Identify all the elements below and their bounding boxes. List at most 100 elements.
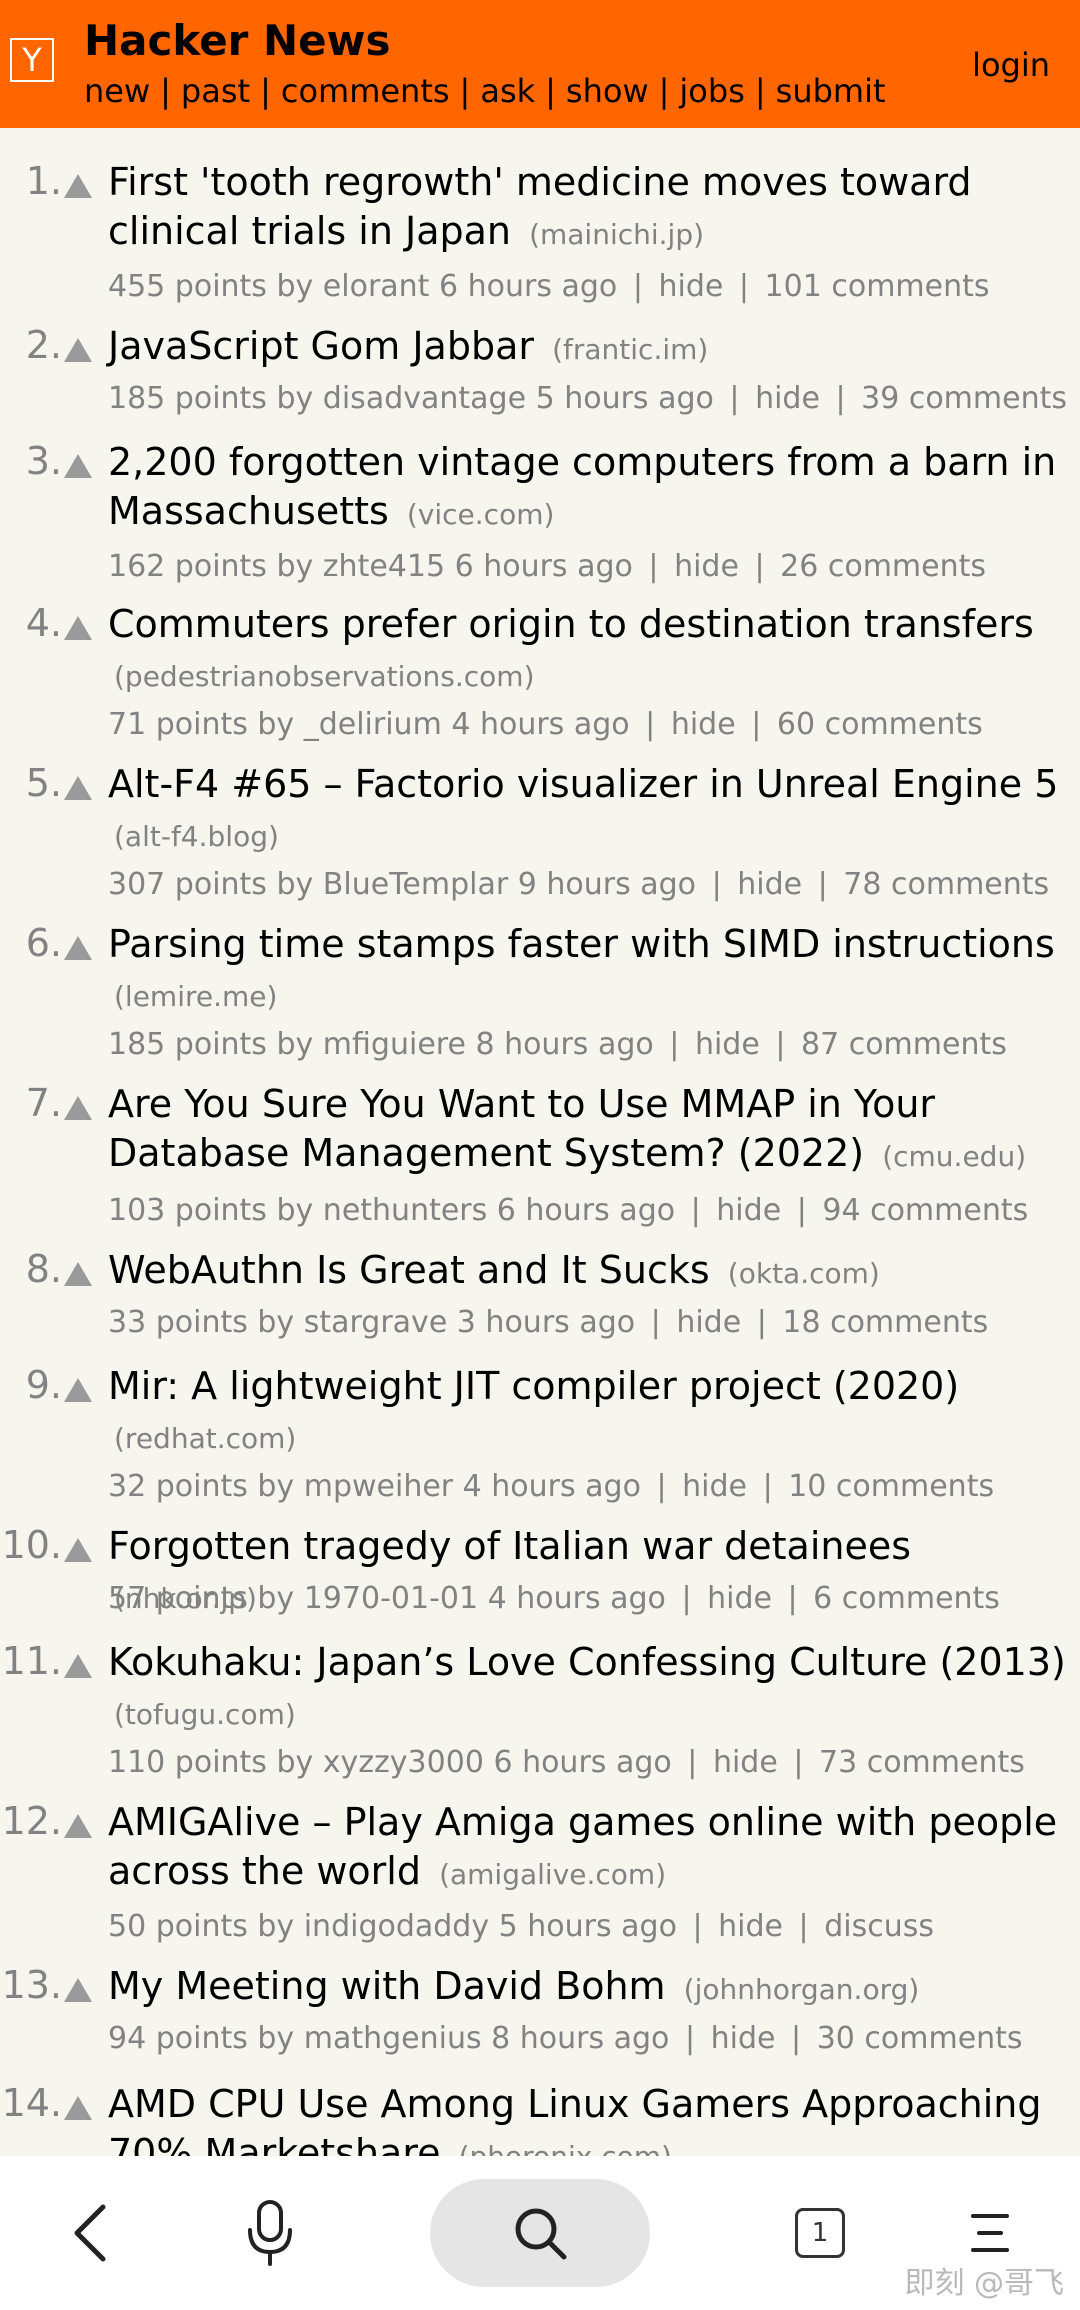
site-title[interactable]: Hacker News	[84, 17, 390, 64]
story-title[interactable]: JavaScript Gom Jabbar	[108, 324, 534, 368]
story-meta: 32 points by mpweiher 4 hours ago	[108, 1469, 641, 1504]
comments-link[interactable]: 87 comments	[801, 1027, 1007, 1062]
story-domain[interactable]: (alt-f4.blog)	[114, 820, 279, 853]
upvote-icon[interactable]	[64, 2096, 92, 2120]
story-title[interactable]: Alt-F4 #65 – Factorio visualizer in Unre…	[108, 762, 1058, 806]
hide-link[interactable]: hide	[674, 549, 739, 584]
upvote-icon[interactable]	[64, 936, 92, 960]
hide-link[interactable]: hide	[713, 1745, 778, 1780]
comments-link[interactable]: 60 comments	[777, 707, 983, 742]
story-domain[interactable]: (amigalive.com)	[439, 1858, 666, 1891]
login-link[interactable]: login	[972, 47, 1050, 83]
comments-link[interactable]: 73 comments	[819, 1745, 1025, 1780]
story-subtext: 103 points by nethunters 6 hours ago | h…	[108, 1192, 1068, 1230]
hide-link[interactable]: hide	[676, 1305, 741, 1340]
hn-logo[interactable]: Y	[10, 38, 54, 82]
nav-ask[interactable]: ask	[480, 73, 535, 109]
story-subtext: 50 points by indigodaddy 5 hours ago | h…	[108, 1908, 1068, 1946]
story-domain[interactable]: (phoronix.com)	[459, 2140, 672, 2156]
comments-link[interactable]: 6 comments	[813, 1581, 1000, 1616]
voice-search-button[interactable]	[220, 2156, 320, 2310]
nav-submit[interactable]: submit	[776, 73, 886, 109]
nav-past[interactable]: past	[181, 73, 250, 109]
upvote-icon[interactable]	[64, 616, 92, 640]
hide-link[interactable]: hide	[711, 2021, 776, 2056]
comments-link[interactable]: 94 comments	[822, 1193, 1028, 1228]
story-domain[interactable]: (mainichi.jp)	[529, 218, 704, 251]
story-domain[interactable]: (cmu.edu)	[882, 1140, 1026, 1173]
nav-comments[interactable]: comments	[281, 73, 450, 109]
upvote-icon[interactable]	[64, 1538, 92, 1562]
story-title[interactable]: Commuters prefer origin to destination t…	[108, 602, 1034, 646]
story-subtext: 307 points by BlueTemplar 9 hours ago | …	[108, 866, 1068, 904]
subtext-separator: |	[648, 549, 659, 584]
story-title[interactable]: Mir: A lightweight JIT compiler project …	[108, 1364, 959, 1408]
comments-link[interactable]: discuss	[824, 1909, 934, 1944]
story-rank: 3.	[25, 439, 62, 483]
hide-link[interactable]: hide	[755, 381, 820, 416]
story-rank: 1.	[25, 159, 62, 203]
hide-link[interactable]: hide	[737, 867, 802, 902]
story-title[interactable]: Are You Sure You Want to Use MMAP in You…	[108, 1082, 935, 1175]
story-meta: 185 points by disadvantage 5 hours ago	[108, 381, 714, 416]
comments-link[interactable]: 18 comments	[782, 1305, 988, 1340]
story-list: 1. First 'tooth regrowth' medicine moves…	[0, 136, 1080, 2156]
hide-link[interactable]: hide	[682, 1469, 747, 1504]
story-domain[interactable]: (vice.com)	[407, 498, 555, 531]
story-domain[interactable]: (okta.com)	[728, 1257, 880, 1290]
story-title[interactable]: Parsing time stamps faster with SIMD ins…	[108, 922, 1055, 966]
upvote-icon[interactable]	[64, 1378, 92, 1402]
story-domain[interactable]: (lemire.me)	[114, 980, 277, 1013]
hide-link[interactable]: hide	[707, 1581, 772, 1616]
upvote-icon[interactable]	[64, 174, 92, 198]
tabs-button[interactable]: 1	[770, 2156, 870, 2310]
header-bar: Y Hacker News new | past | comments | ask | …	[0, 0, 1080, 128]
comments-link[interactable]: 26 comments	[780, 549, 986, 584]
story-rank: 5.	[25, 761, 62, 805]
hide-link[interactable]: hide	[695, 1027, 760, 1062]
upvote-icon[interactable]	[64, 1262, 92, 1286]
story-domain[interactable]: (tofugu.com)	[114, 1698, 296, 1731]
search-pill[interactable]	[430, 2179, 650, 2287]
story-title-line: JavaScript Gom Jabbar (frantic.im)	[108, 322, 1068, 371]
story-domain[interactable]: (pedestrianobservations.com)	[114, 660, 535, 693]
story-title-line: AMD CPU Use Among Linux Gamers Approachi…	[108, 2080, 1068, 2156]
story-domain[interactable]: (redhat.com)	[114, 1422, 296, 1455]
comments-link[interactable]: 10 comments	[788, 1469, 994, 1504]
upvote-icon[interactable]	[64, 1654, 92, 1678]
story-meta: 185 points by mfiguiere 8 hours ago	[108, 1027, 654, 1062]
upvote-icon[interactable]	[64, 1814, 92, 1838]
upvote-icon[interactable]	[64, 776, 92, 800]
hide-link[interactable]: hide	[658, 269, 723, 304]
comments-link[interactable]: 39 comments	[861, 381, 1067, 416]
comments-link[interactable]: 30 comments	[817, 2021, 1023, 2056]
story-domain[interactable]: (frantic.im)	[552, 333, 708, 366]
microphone-icon	[248, 2200, 292, 2266]
story-title[interactable]: My Meeting with David Bohm	[108, 1964, 666, 2008]
story-meta: 103 points by nethunters 6 hours ago	[108, 1193, 676, 1228]
hide-link[interactable]: hide	[671, 707, 736, 742]
hide-link[interactable]: hide	[718, 1909, 783, 1944]
nav-show[interactable]: show	[566, 73, 649, 109]
nav-new[interactable]: new	[84, 73, 150, 109]
search-button[interactable]	[430, 2156, 650, 2310]
upvote-icon[interactable]	[64, 1096, 92, 1120]
story-meta: 57 points by 1970-01-01 4 hours ago	[108, 1581, 666, 1616]
upvote-icon[interactable]	[64, 1978, 92, 2002]
story-subtext: 455 points by elorant 6 hours ago | hide…	[108, 268, 1068, 306]
upvote-icon[interactable]	[64, 338, 92, 362]
hide-link[interactable]: hide	[716, 1193, 781, 1228]
upvote-icon[interactable]	[64, 454, 92, 478]
subtext-separator: |	[793, 1745, 804, 1780]
story-title[interactable]: Kokuhaku: Japan’s Love Confessing Cultur…	[108, 1640, 1066, 1684]
story-title[interactable]: WebAuthn Is Great and It Sucks	[108, 1248, 710, 1292]
story-domain[interactable]: (johnhorgan.org)	[684, 1973, 920, 2006]
story-title-line: My Meeting with David Bohm (johnhorgan.o…	[108, 1962, 1068, 2011]
story-title[interactable]: Forgotten tragedy of Italian war detaine…	[108, 1524, 911, 1568]
story-title[interactable]: 2,200 forgotten vintage computers from a…	[108, 440, 1056, 533]
subtext-separator: |	[754, 549, 765, 584]
nav-jobs[interactable]: jobs	[679, 73, 744, 109]
comments-link[interactable]: 78 comments	[843, 867, 1049, 902]
back-button[interactable]	[50, 2156, 130, 2310]
comments-link[interactable]: 101 comments	[765, 269, 990, 304]
